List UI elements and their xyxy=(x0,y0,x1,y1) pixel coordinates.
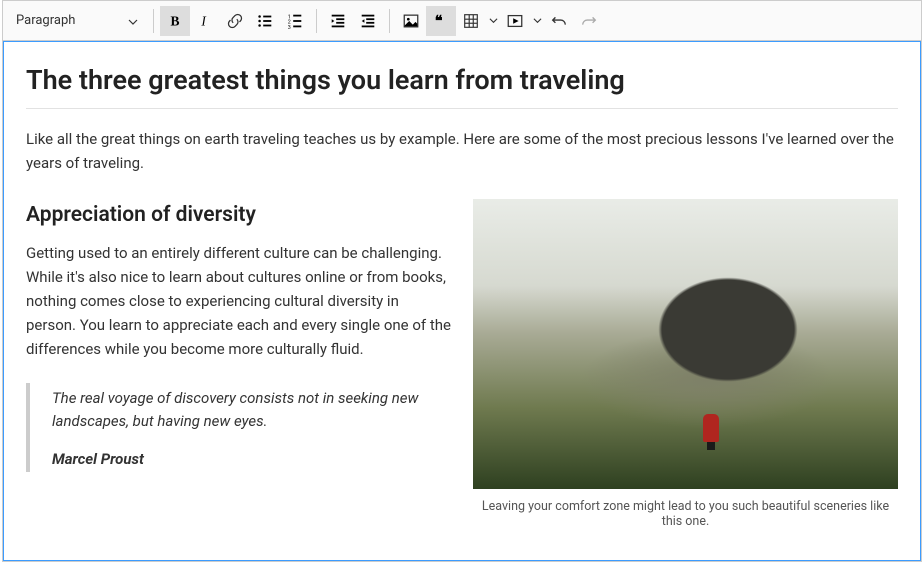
svg-text:3: 3 xyxy=(288,25,291,30)
media-icon xyxy=(500,6,530,36)
figure[interactable]: Leaving your comfort zone might lead to … xyxy=(473,199,898,529)
blockquote-author[interactable]: Marcel Proust xyxy=(52,450,451,468)
blockquote[interactable]: The real voyage of discovery consists no… xyxy=(26,383,451,472)
indent-button[interactable] xyxy=(353,6,383,36)
figure-image[interactable] xyxy=(473,199,898,489)
chevron-down-icon[interactable] xyxy=(486,6,500,36)
table-icon xyxy=(456,6,486,36)
chevron-down-icon xyxy=(128,16,138,26)
section-body[interactable]: Getting used to an entirely different cu… xyxy=(26,241,451,361)
blockquote-button[interactable]: ❝ xyxy=(426,6,456,36)
style-dropdown-label: Paragraph xyxy=(16,13,75,28)
right-column: Leaving your comfort zone might lead to … xyxy=(473,199,898,529)
intro-paragraph[interactable]: Like all the great things on earth trave… xyxy=(26,127,898,175)
table-button[interactable] xyxy=(456,6,500,36)
chevron-down-icon[interactable] xyxy=(530,6,544,36)
italic-button[interactable]: I xyxy=(190,6,220,36)
media-button[interactable] xyxy=(500,6,544,36)
numbered-list-button[interactable]: 1 2 3 xyxy=(280,6,310,36)
outdent-button[interactable] xyxy=(323,6,353,36)
redo-button[interactable] xyxy=(574,6,604,36)
bulleted-list-button[interactable] xyxy=(250,6,280,36)
toolbar-separator xyxy=(316,9,317,33)
svg-text:B: B xyxy=(171,13,180,28)
section-heading[interactable]: Appreciation of diversity xyxy=(26,203,451,227)
blockquote-text[interactable]: The real voyage of discovery consists no… xyxy=(52,387,451,434)
link-button[interactable] xyxy=(220,6,250,36)
editor-container: Paragraph B I 1 2 3 xyxy=(2,0,922,562)
svg-text:❝: ❝ xyxy=(435,13,443,29)
style-dropdown[interactable]: Paragraph xyxy=(7,6,147,36)
svg-text:I: I xyxy=(200,13,207,28)
image-button[interactable] xyxy=(396,6,426,36)
document-title[interactable]: The three greatest things you learn from… xyxy=(26,64,898,109)
undo-button[interactable] xyxy=(544,6,574,36)
bold-button[interactable]: B xyxy=(160,6,190,36)
left-column: Appreciation of diversity Getting used t… xyxy=(26,199,451,529)
figure-caption[interactable]: Leaving your comfort zone might lead to … xyxy=(473,499,898,529)
editor-content[interactable]: The three greatest things you learn from… xyxy=(3,41,921,561)
toolbar-separator xyxy=(389,9,390,33)
two-column-layout: Appreciation of diversity Getting used t… xyxy=(26,199,898,529)
toolbar-separator xyxy=(153,9,154,33)
toolbar: Paragraph B I 1 2 3 xyxy=(3,1,921,41)
